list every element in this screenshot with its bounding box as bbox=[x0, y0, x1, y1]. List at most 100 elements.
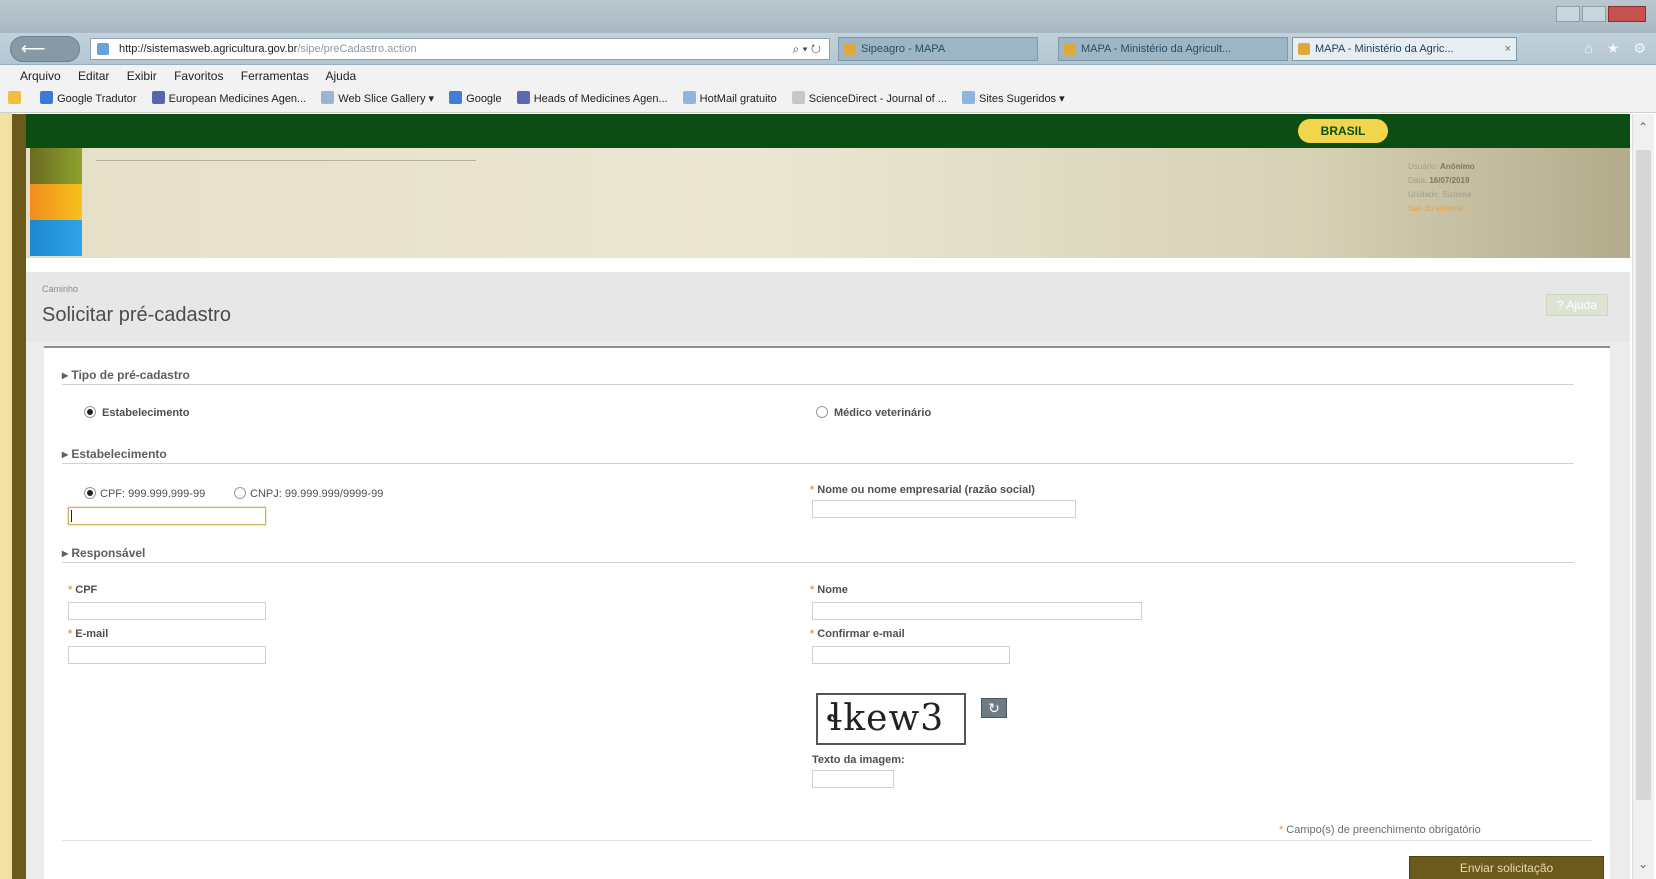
address-bar[interactable]: http://sistemasweb.agricultura.gov.br/si… bbox=[90, 38, 830, 60]
logo-block-blue bbox=[30, 220, 82, 256]
menu-editar[interactable]: Editar bbox=[78, 69, 109, 83]
fav-hotmail[interactable]: HotMail gratuito bbox=[682, 87, 777, 111]
home-icon[interactable]: ⌂ bbox=[1584, 40, 1592, 57]
captcha-image: ɬkew3 bbox=[816, 693, 966, 745]
left-strip bbox=[12, 114, 26, 879]
confirm-email-input[interactable] bbox=[812, 646, 1010, 664]
tab-close-icon[interactable]: × bbox=[1505, 38, 1511, 60]
gear-icon[interactable]: ⚙ bbox=[1633, 40, 1646, 57]
fav-icon bbox=[151, 91, 165, 104]
web-page: BRASIL Usuário: Anônimo Data: 16/07/2019… bbox=[26, 114, 1630, 879]
tab-favicon-icon bbox=[1298, 43, 1310, 55]
star-icon[interactable]: ★ bbox=[1607, 40, 1620, 57]
refresh-captcha-icon[interactable]: ↻ bbox=[981, 698, 1007, 718]
close-button[interactable] bbox=[1608, 6, 1646, 22]
nome-empresarial-input[interactable] bbox=[812, 500, 1076, 518]
favorites-bar: Google Tradutor European Medicines Agen.… bbox=[0, 87, 1656, 113]
address-domain: http://sistemasweb.agricultura.gov.br bbox=[119, 43, 298, 55]
gov-topbar: BRASIL bbox=[26, 114, 1630, 148]
label-cpf-option: CPF: 999.999.999-99 bbox=[100, 488, 206, 500]
browser-navbar: ⟵ http://sistemasweb.agricultura.gov.br/… bbox=[0, 33, 1656, 65]
label-cpf: * CPF bbox=[68, 584, 98, 596]
tab-mapa-1[interactable]: MAPA - Ministério da Agricult... bbox=[1058, 37, 1288, 61]
user-info: Usuário: Anônimo Data: 16/07/2019 Unidad… bbox=[1408, 160, 1475, 216]
section-divider bbox=[62, 384, 1574, 385]
fav-sciencedirect[interactable]: ScienceDirect - Journal of ... bbox=[791, 87, 947, 111]
fav-icon bbox=[516, 91, 530, 104]
radio-cnpj[interactable] bbox=[234, 487, 246, 499]
bottom-divider bbox=[62, 840, 1592, 841]
fav-sites-sugeridos[interactable]: Sites Sugeridos ▾ bbox=[962, 87, 1065, 111]
tab-sipeagro[interactable]: Sipeagro - MAPA bbox=[838, 37, 1038, 61]
fav-web-slice[interactable]: Web Slice Gallery ▾ bbox=[321, 87, 434, 111]
radio-cpf[interactable] bbox=[84, 487, 96, 499]
brasil-badge[interactable]: BRASIL bbox=[1298, 119, 1388, 143]
label-estabelecimento: Estabelecimento bbox=[102, 407, 190, 419]
fav-hma[interactable]: Heads of Medicines Agen... bbox=[516, 87, 668, 111]
site-icon bbox=[97, 43, 109, 55]
address-path: /sipe/preCadastro.action bbox=[297, 43, 417, 55]
menu-favoritos[interactable]: Favoritos bbox=[174, 69, 223, 83]
tab-favicon-icon bbox=[1064, 43, 1076, 55]
radio-estabelecimento[interactable] bbox=[84, 406, 96, 418]
form-area: ▸ Tipo de pré-cadastro Estabelecimento M… bbox=[26, 342, 1630, 879]
menu-bar: Arquivo Editar Exibir Favoritos Ferramen… bbox=[0, 65, 1656, 87]
nome-input[interactable] bbox=[812, 602, 1142, 620]
favorites-star-icon[interactable] bbox=[8, 87, 25, 111]
tab-label: MAPA - Ministério da Agricult... bbox=[1081, 43, 1232, 55]
label-nome: * Nome bbox=[810, 584, 848, 596]
header-banner: Usuário: Anônimo Data: 16/07/2019 Unidad… bbox=[26, 148, 1630, 258]
tab-favicon-icon bbox=[844, 43, 856, 55]
scroll-thumb[interactable] bbox=[1636, 150, 1651, 800]
cpf-input[interactable] bbox=[68, 602, 266, 620]
radio-medico-veterinario[interactable] bbox=[816, 406, 828, 418]
help-button[interactable]: ? Ajuda bbox=[1546, 294, 1608, 316]
fav-icon bbox=[449, 91, 463, 104]
label-email: * E-mail bbox=[68, 628, 109, 640]
fav-google[interactable]: Google bbox=[449, 87, 502, 111]
screen: ⟵ http://sistemasweb.agricultura.gov.br/… bbox=[0, 0, 1656, 879]
logout-link[interactable]: Sair do sistema bbox=[1408, 202, 1475, 216]
browser-toolbar-icons: ⌂ ★ ⚙ bbox=[1584, 40, 1646, 57]
fav-icon bbox=[791, 91, 805, 104]
form-container: ▸ Tipo de pré-cadastro Estabelecimento M… bbox=[44, 346, 1610, 879]
breadcrumb[interactable]: Caminho bbox=[42, 284, 78, 294]
section-estabelecimento-title: ▸ Estabelecimento bbox=[62, 447, 167, 461]
page-header: Caminho Solicitar pré-cadastro ? Ajuda bbox=[26, 272, 1630, 342]
cpf-cnpj-input[interactable] bbox=[68, 507, 266, 525]
section-tipo-title: ▸ Tipo de pré-cadastro bbox=[62, 368, 190, 382]
fav-google-tradutor[interactable]: Google Tradutor bbox=[40, 87, 137, 111]
page-scrollbar[interactable]: ⌃ ⌄ bbox=[1632, 114, 1654, 879]
menu-arquivo[interactable]: Arquivo bbox=[20, 69, 61, 83]
banner-divider bbox=[96, 160, 476, 161]
logo-block-orange bbox=[30, 184, 82, 220]
scroll-up-icon[interactable]: ⌃ bbox=[1638, 120, 1648, 134]
back-arrow-icon: ⟵ bbox=[21, 39, 46, 58]
tab-mapa-active[interactable]: MAPA - Ministério da Agric... × bbox=[1292, 37, 1517, 61]
captcha-input[interactable] bbox=[812, 770, 894, 788]
page-title: Solicitar pré-cadastro bbox=[42, 304, 231, 326]
email-input[interactable] bbox=[68, 646, 266, 664]
section-responsavel-title: ▸ Responsável bbox=[62, 546, 146, 560]
fav-icon bbox=[321, 91, 335, 104]
section-divider bbox=[62, 463, 1574, 464]
scroll-down-icon[interactable]: ⌄ bbox=[1638, 857, 1648, 871]
window-controls bbox=[1556, 6, 1646, 22]
browser-titlebar bbox=[0, 0, 1656, 33]
logo-block-green bbox=[30, 148, 82, 184]
menu-exibir[interactable]: Exibir bbox=[127, 69, 157, 83]
label-confirm-email: * Confirmar e-mail bbox=[810, 628, 905, 640]
required-note: * Campo(s) de preenchimento obrigatório bbox=[1279, 824, 1481, 836]
tab-label: MAPA - Ministério da Agric... bbox=[1315, 43, 1454, 55]
fav-ema[interactable]: European Medicines Agen... bbox=[151, 87, 306, 111]
tab-label: Sipeagro - MAPA bbox=[861, 43, 946, 55]
back-button[interactable]: ⟵ bbox=[10, 36, 80, 62]
fav-icon bbox=[40, 91, 54, 104]
minimize-button[interactable] bbox=[1556, 6, 1580, 22]
address-tools-icon[interactable]: ⌕ ▾ ↻ bbox=[792, 39, 821, 59]
menu-ajuda[interactable]: Ajuda bbox=[326, 69, 357, 83]
spacer bbox=[26, 258, 1630, 272]
maximize-button[interactable] bbox=[1582, 6, 1606, 22]
submit-button[interactable]: Enviar solicitação bbox=[1409, 856, 1604, 879]
menu-ferramentas[interactable]: Ferramentas bbox=[241, 69, 309, 83]
